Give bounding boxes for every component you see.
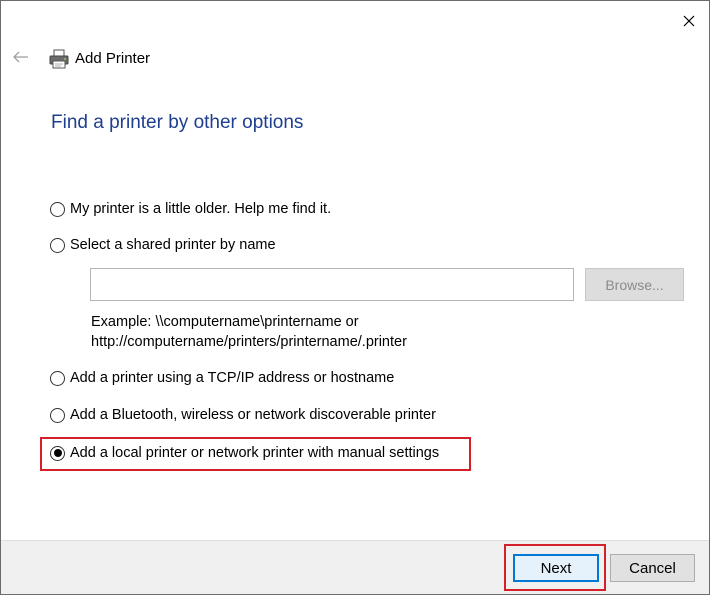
page-heading: Find a printer by other options xyxy=(51,112,304,133)
option-label: Add a Bluetooth, wireless or network dis… xyxy=(70,407,436,423)
close-button[interactable] xyxy=(675,7,703,35)
radio-button-selected[interactable] xyxy=(50,445,65,461)
option-label: My printer is a little older. Help me fi… xyxy=(70,201,332,217)
option-local-printer[interactable]: Add a local printer or network printer w… xyxy=(50,445,439,461)
example-text: Example: \\computername\printername or h… xyxy=(91,312,407,352)
radio-button[interactable] xyxy=(50,407,65,423)
close-icon xyxy=(683,15,695,27)
radio-dot xyxy=(53,449,62,457)
window-title: Add Printer xyxy=(75,50,151,67)
option-bluetooth-printer[interactable]: Add a Bluetooth, wireless or network dis… xyxy=(50,407,436,423)
radio-button[interactable] xyxy=(50,370,65,386)
option-label: Add a local printer or network printer w… xyxy=(70,445,440,461)
option-shared-printer[interactable]: Select a shared printer by name xyxy=(50,237,276,253)
option-older-printer[interactable]: My printer is a little older. Help me fi… xyxy=(50,201,331,217)
example-line-2: http://computername/printers/printername… xyxy=(91,334,407,350)
back-button[interactable] xyxy=(11,47,31,67)
back-arrow-icon xyxy=(13,51,28,63)
printer-icon xyxy=(49,49,69,69)
option-tcpip-printer[interactable]: Add a printer using a TCP/IP address or … xyxy=(50,370,394,386)
shared-printer-name-input[interactable] xyxy=(90,268,574,301)
browse-button[interactable]: Browse... xyxy=(585,268,684,301)
option-label: Select a shared printer by name xyxy=(70,237,276,253)
radio-button[interactable] xyxy=(50,237,65,253)
add-printer-window: Add Printer Find a printer by other opti… xyxy=(0,0,710,595)
radio-button[interactable] xyxy=(50,201,65,217)
cancel-button[interactable]: Cancel xyxy=(610,554,695,582)
example-line-1: Example: \\computername\printername or xyxy=(91,314,359,330)
next-button[interactable]: Next xyxy=(513,554,599,582)
option-label: Add a printer using a TCP/IP address or … xyxy=(70,370,395,386)
